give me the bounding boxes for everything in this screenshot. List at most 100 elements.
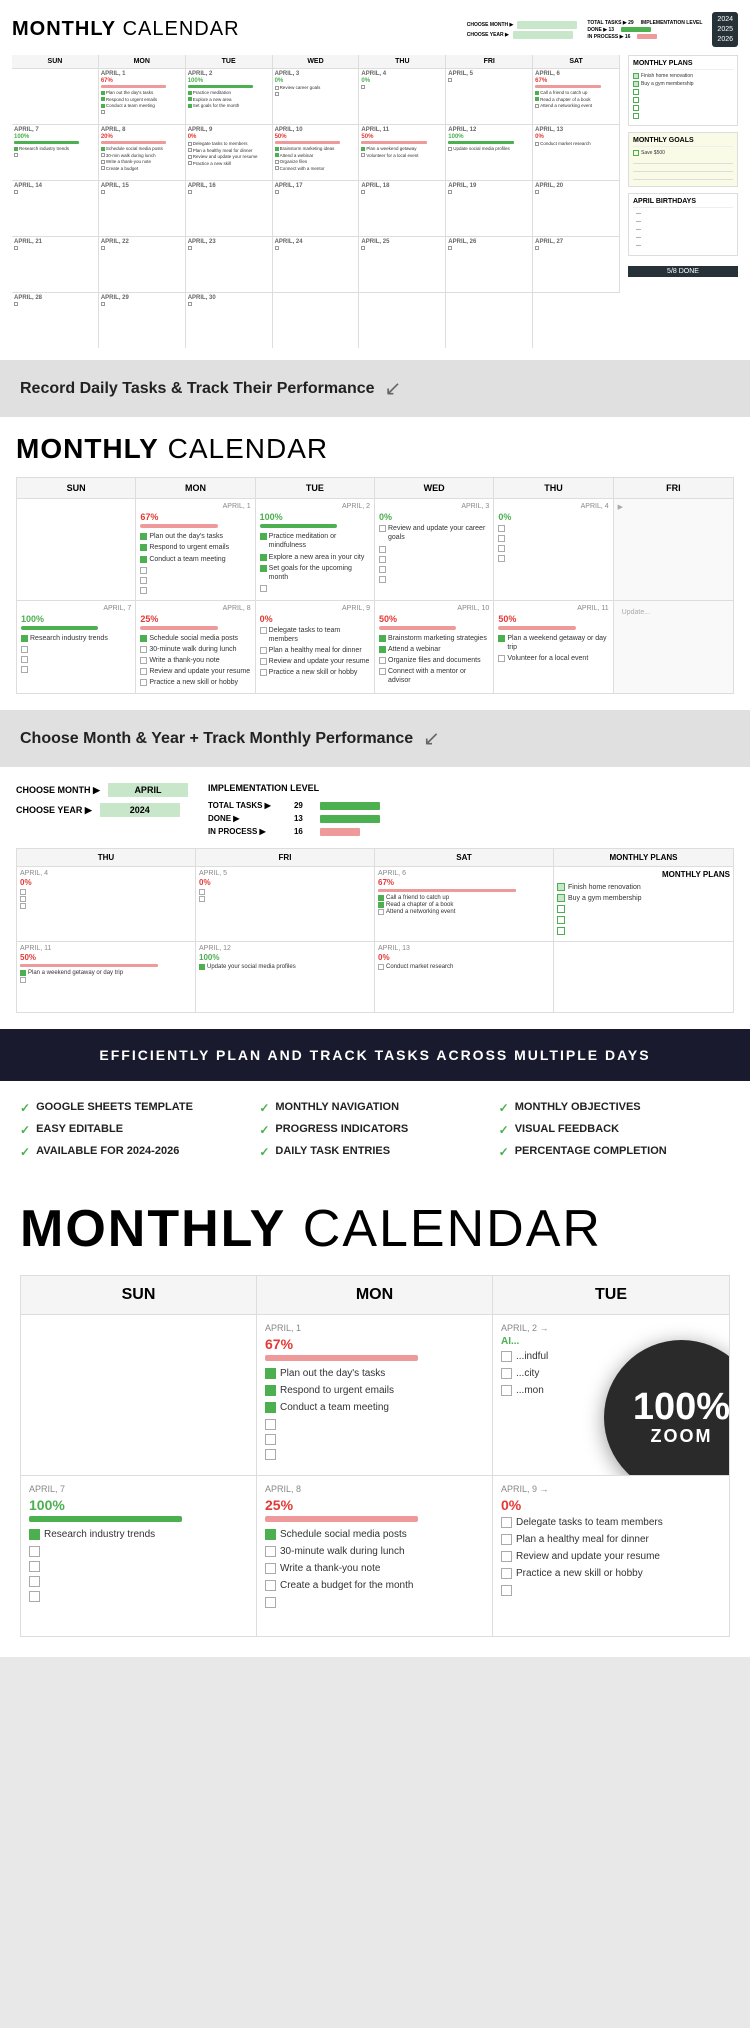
week-1: APRIL, 1 67% Plan out the day's tasks Re… — [12, 68, 620, 124]
features-section: ✓ GOOGLE SHEETS TEMPLATE ✓ MONTHLY NAVIG… — [0, 1081, 750, 1179]
section-100-zoom: MONTHLY CALENDAR SUN MON TUE APRIL, 1 67… — [0, 1179, 750, 1657]
cal-cell-apr4: APRIL, 4 0% — [359, 69, 446, 124]
divider-1: Record Daily Tasks & Track Their Perform… — [0, 360, 750, 417]
month-value[interactable]: APRIL — [108, 783, 188, 797]
cal-cell-apr19: APRIL, 19 — [446, 181, 533, 236]
cal-cell-apr24: APRIL, 24 — [273, 237, 360, 292]
zoomed-week-2: APRIL, 7 100% Research industry trends A… — [17, 601, 733, 693]
cal-cell-apr18: APRIL, 18 — [359, 181, 446, 236]
cal-cell-apr29: APRIL, 29 — [99, 293, 186, 348]
check-icon-1: ✓ — [20, 1101, 30, 1115]
week-4: APRIL, 21 APRIL, 22 APRIL, 23 APRIL, 24 … — [12, 236, 620, 292]
monthly-plans-title: MONTHLY PLANS — [633, 60, 733, 70]
impl-label: IMPLEMENTATION LEVEL — [208, 783, 380, 793]
zoomed-apr11: APRIL, 11 50% Plan a weekend getaway or … — [494, 601, 613, 693]
divider-1-text: Record Daily Tasks & Track Their Perform… — [20, 380, 375, 398]
side-panel: MONTHLY PLANS Finish home renovation Buy… — [628, 55, 738, 348]
feature-years: ✓ AVAILABLE FOR 2024-2026 — [20, 1145, 251, 1159]
zoom-empty — [21, 1315, 257, 1475]
monthly-plans-panel: MONTHLY PLANS Finish home renovation Buy… — [628, 55, 738, 126]
week-5: APRIL, 28 APRIL, 29 APRIL, 30 — [12, 292, 620, 348]
zoom-apr7: APRIL, 7 100% Research industry trends — [21, 1476, 257, 1636]
zoom-apr9: APRIL, 9 → 0% Delegate tasks to team mem… — [493, 1476, 729, 1636]
cal-cell-apr28: APRIL, 28 — [12, 293, 99, 348]
april-birthdays-panel: APRIL BIRTHDAYS — — — — — — [628, 193, 738, 256]
feature-pct-completion: ✓ PERCENTAGE COMPLETION — [499, 1145, 730, 1159]
check-icon-2: ✓ — [259, 1101, 269, 1115]
zoomed-apr8: APRIL, 8 25% Schedule social media posts… — [136, 601, 255, 693]
month-chooser-row: CHOOSE MONTH ▶ APRIL — [16, 783, 188, 797]
zoom-apr2: APRIL, 2 → AI... ...indful ...city ...mo… — [493, 1315, 729, 1475]
zoomed-apr3: APRIL, 3 0% Review and update your caree… — [375, 499, 494, 599]
week-2: APRIL, 7 100% Research industry trends A… — [12, 124, 620, 180]
cal-cell-apr20: APRIL, 20 — [533, 181, 620, 236]
calendar-main: SUN MON TUE WED THU FRI SAT APRIL, 1 67%… — [12, 55, 738, 348]
plan-item-2: Buy a gym membership — [633, 81, 733, 87]
zoomed-grid: SUN MON TUE WED THU FRI APRIL, 1 67% Pla… — [16, 477, 734, 694]
zoomed-apr9: APRIL, 9 0% Delegate tasks to team membe… — [256, 601, 375, 693]
chooser-calendar-grid: THU FRI SAT MONTHLY PLANS APRIL, 4 0% AP… — [16, 848, 734, 1013]
chooser-week-1: APRIL, 4 0% APRIL, 5 0% APRIL, 6 67% C — [17, 867, 733, 942]
plan-checkbox-2[interactable] — [633, 81, 639, 87]
calendar-stats: TOTAL TASKS ▶ 29 IMPLEMENTATION LEVEL DO… — [587, 20, 702, 40]
cal-cell-apr21: APRIL, 21 — [12, 237, 99, 292]
plan-checkbox-1[interactable] — [633, 73, 639, 79]
cal-cell-empty — [12, 69, 99, 124]
days-header: SUN MON TUE WED THU FRI SAT — [12, 55, 620, 68]
cal-cell-apr10: APRIL, 10 50% Brainstorm marketing ideas… — [273, 125, 360, 180]
zoom-week-1: APRIL, 1 67% Plan out the day's tasks Re… — [21, 1315, 729, 1476]
divider-2-text: Choose Month & Year + Track Monthly Perf… — [20, 730, 413, 748]
cal-cell-apr17: APRIL, 17 — [273, 181, 360, 236]
chooser-controls: CHOOSE MONTH ▶ APRIL CHOOSE YEAR ▶ 2024 … — [16, 783, 734, 836]
chooser-apr6: APRIL, 6 67% Call a friend to catch up R… — [375, 867, 554, 941]
feature-label-6: VISUAL FEEDBACK — [515, 1123, 619, 1135]
zoom-label: ZOOM — [651, 1426, 713, 1447]
feature-label-7: AVAILABLE FOR 2024-2026 — [36, 1145, 179, 1157]
cal-cell-apr23: APRIL, 23 — [186, 237, 273, 292]
zoomed-apr10: APRIL, 10 50% Brainstorm marketing strat… — [375, 601, 494, 693]
year-selector[interactable] — [513, 31, 573, 39]
feature-label-2: MONTHLY NAVIGATION — [275, 1101, 399, 1113]
zoomed-empty — [17, 499, 136, 599]
feature-label-5: PROGRESS INDICATORS — [275, 1123, 408, 1135]
check-icon-4: ✓ — [20, 1123, 30, 1137]
chooser-week-2: APRIL, 11 50% Plan a weekend getaway or … — [17, 942, 733, 1012]
monthly-goals-panel: MONTHLY GOALS Save $500 — [628, 132, 738, 187]
done-banner: 5/8 DONE — [628, 266, 738, 277]
zoomed-apr1: APRIL, 1 67% Plan out the day's tasks Re… — [136, 499, 255, 599]
check-icon-8: ✓ — [259, 1145, 269, 1159]
chooser-selectors: CHOOSE MONTH ▶ APRIL CHOOSE YEAR ▶ 2024 — [16, 783, 188, 817]
divider-2: Choose Month & Year + Track Monthly Perf… — [0, 710, 750, 767]
zoom-badge: 100% ZOOM — [604, 1340, 729, 1475]
cal-cell-apr9: APRIL, 9 0% Delegate tasks to members Pl… — [186, 125, 273, 180]
feature-label-9: PERCENTAGE COMPLETION — [515, 1145, 667, 1157]
year-badge: 202420252026 — [712, 12, 738, 47]
cal-cell-apr22: APRIL, 22 — [99, 237, 186, 292]
monthly-goals-title: MONTHLY GOALS — [633, 137, 733, 147]
zoom-grid: SUN MON TUE APRIL, 1 67% Plan out the da… — [20, 1275, 730, 1637]
dark-banner: EFFICIENTLY PLAN AND TRACK TASKS ACROSS … — [0, 1029, 750, 1081]
year-chooser-row: CHOOSE YEAR ▶ 2024 — [16, 803, 188, 817]
check-icon-5: ✓ — [259, 1123, 269, 1137]
year-value[interactable]: 2024 — [100, 803, 180, 817]
zoom-week-2: APRIL, 7 100% Research industry trends A… — [21, 1476, 729, 1636]
chooser-apr4: APRIL, 4 0% — [17, 867, 196, 941]
cal-cell-apr7: APRIL, 7 100% Research industry trends — [12, 125, 99, 180]
cal-cell-apr27: APRIL, 27 — [533, 237, 620, 292]
chooser-apr11b: APRIL, 11 50% Plan a weekend getaway or … — [17, 942, 196, 1012]
zoom-percent: 100% — [633, 1388, 729, 1426]
feature-monthly-obj: ✓ MONTHLY OBJECTIVES — [499, 1101, 730, 1115]
section-zoomed: MONTHLY CALENDAR SUN MON TUE WED THU FRI… — [0, 417, 750, 710]
section-calendar-preview: MONTHLY CALENDAR CHOOSE MONTH ▶ CHOOSE Y… — [0, 0, 750, 360]
april-birthdays-title: APRIL BIRTHDAYS — [633, 198, 733, 208]
month-selector[interactable] — [517, 21, 577, 29]
check-icon-6: ✓ — [499, 1123, 509, 1137]
zoomed-apr4: APRIL, 4 0% — [494, 499, 613, 599]
cal-cell-apr30: APRIL, 30 — [186, 293, 273, 348]
feature-monthly-nav: ✓ MONTHLY NAVIGATION — [259, 1101, 490, 1115]
feature-label-3: MONTHLY OBJECTIVES — [515, 1101, 641, 1113]
check-icon-7: ✓ — [20, 1145, 30, 1159]
zoom-apr1: APRIL, 1 67% Plan out the day's tasks Re… — [257, 1315, 493, 1475]
cal-cell-apr13: APRIL, 13 0% Conduct market research — [533, 125, 620, 180]
feature-visual: ✓ VISUAL FEEDBACK — [499, 1123, 730, 1137]
